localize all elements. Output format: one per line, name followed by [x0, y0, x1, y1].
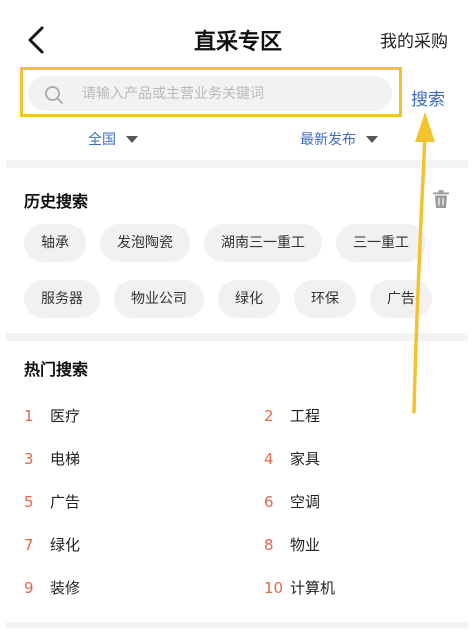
caret-down-icon: [126, 135, 138, 143]
search-input[interactable]: [82, 82, 382, 106]
hot-label: 空调: [290, 493, 321, 511]
hot-label: 家具: [290, 450, 321, 468]
hot-label: 物业: [290, 536, 321, 554]
hot-search-item[interactable]: 9 装修: [24, 577, 80, 598]
history-chip[interactable]: 绿化: [218, 280, 280, 318]
hot-search-item[interactable]: 7 绿化: [24, 534, 80, 555]
hot-section-title: 热门搜索: [24, 360, 89, 379]
hot-search-item[interactable]: 4 家具: [264, 448, 320, 469]
sort-filter-dropdown[interactable]: 最新发布: [300, 129, 378, 149]
region-filter-label: 全国: [88, 132, 116, 148]
history-chip[interactable]: 轴承: [24, 224, 86, 262]
caret-down-icon: [366, 135, 378, 143]
hot-rank: 5: [24, 492, 34, 511]
my-purchase-link[interactable]: 我的采购: [380, 27, 448, 52]
history-chip[interactable]: 环保: [294, 280, 356, 318]
section-divider: [6, 622, 468, 628]
history-section-title: 历史搜索: [24, 192, 89, 211]
hot-rank: 9: [24, 578, 34, 597]
hot-label: 绿化: [50, 536, 81, 554]
hot-label: 工程: [290, 407, 321, 425]
hot-rank: 7: [24, 535, 34, 554]
history-chip[interactable]: 物业公司: [114, 280, 204, 318]
section-divider: [6, 160, 468, 168]
history-chip[interactable]: 发泡陶瓷: [100, 224, 190, 262]
hot-label: 电梯: [50, 450, 81, 468]
hot-search-item[interactable]: 1 医疗: [24, 405, 80, 426]
hot-rank: 2: [264, 406, 274, 425]
hot-search-item[interactable]: 6 空调: [264, 491, 320, 512]
hot-label: 装修: [50, 579, 81, 597]
hot-rank: 10: [264, 578, 284, 597]
hot-label: 计算机: [290, 579, 336, 597]
sort-filter-label: 最新发布: [300, 132, 356, 148]
hot-rank: 6: [264, 492, 274, 511]
hot-rank: 3: [24, 449, 34, 468]
section-divider: [6, 333, 468, 341]
hot-search-item[interactable]: 5 广告: [24, 491, 80, 512]
hot-search-item[interactable]: 3 电梯: [24, 448, 80, 469]
hot-search-item[interactable]: 10 计算机: [264, 577, 335, 598]
hot-label: 广告: [50, 493, 81, 511]
hot-label: 医疗: [50, 407, 81, 425]
region-filter-dropdown[interactable]: 全国: [88, 129, 138, 149]
history-chip[interactable]: 湖南三一重工: [204, 224, 322, 262]
search-icon: [45, 86, 63, 104]
annotation-arrow-icon: [412, 112, 435, 414]
hot-rank: 8: [264, 535, 274, 554]
hot-rank: 4: [264, 449, 274, 468]
hot-search-item[interactable]: 8 物业: [264, 534, 320, 555]
history-chip[interactable]: 服务器: [24, 280, 100, 318]
hot-search-item[interactable]: 2 工程: [264, 405, 320, 426]
hot-rank: 1: [24, 406, 34, 425]
